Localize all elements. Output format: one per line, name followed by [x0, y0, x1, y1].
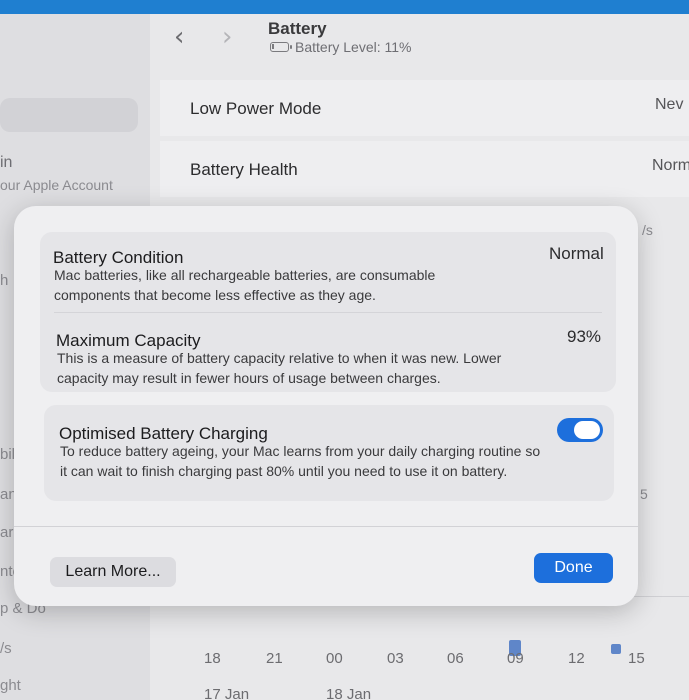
sidebar-item[interactable]: h	[0, 272, 8, 289]
maximum-capacity-description: This is a measure of battery capacity re…	[57, 350, 502, 386]
top-blue-strip	[0, 0, 689, 14]
chart-bar	[611, 644, 621, 654]
sidebar-search-field[interactable]	[0, 98, 138, 132]
sidebar-item[interactable]: bil	[0, 446, 15, 463]
background-fragment: /s	[642, 222, 653, 238]
chart-tick-label: 18	[204, 650, 221, 667]
battery-level-text: Battery Level: 11%	[295, 39, 412, 55]
chevron-right-icon[interactable]: ›	[222, 22, 232, 52]
battery-condition-value: Normal	[549, 244, 604, 263]
chevron-left-icon[interactable]: ‹	[174, 22, 184, 52]
chart-tick-label: 15	[628, 650, 645, 667]
done-button[interactable]: Done	[534, 553, 613, 583]
sidebar-item[interactable]: /s	[0, 640, 12, 657]
chart-tick-label: 12	[568, 650, 585, 667]
optimised-charging-toggle[interactable]	[557, 418, 603, 442]
learn-more-button[interactable]: Learn More...	[50, 557, 176, 587]
low-power-mode-value[interactable]: Nev	[655, 96, 683, 114]
maximum-capacity-value: 93%	[567, 327, 602, 346]
battery-health-label: Battery Health	[190, 160, 298, 179]
chart-tick-label: 06	[447, 650, 464, 667]
toggle-knob	[574, 421, 600, 439]
optimised-charging-description: To reduce battery ageing, your Mac learn…	[60, 443, 541, 479]
chart-tick-label: 21	[266, 650, 283, 667]
background-fragment: 5	[640, 486, 648, 502]
battery-health-row[interactable]: Battery Health	[160, 141, 689, 197]
battery-level-chart	[200, 596, 689, 686]
battery-condition-description: Mac batteries, like all rechargeable bat…	[54, 267, 436, 303]
chart-date-label: 17 Jan	[204, 686, 250, 700]
page-title: Battery	[268, 19, 327, 38]
battery-health-value: Norm	[652, 157, 689, 174]
low-power-mode-label: Low Power Mode	[190, 99, 322, 118]
sidebar-item-apple-account-subtitle: our Apple Account	[0, 177, 113, 193]
low-power-mode-row[interactable]: Low Power Mode	[160, 80, 689, 136]
card-divider	[54, 312, 602, 313]
sidebar-item[interactable]: ar	[0, 524, 13, 541]
chart-date-label: 18 Jan	[326, 686, 372, 700]
chart-tick-label: 09	[507, 650, 524, 667]
chart-tick-label: 00	[326, 650, 343, 667]
sidebar-item-apple-account[interactable]: in	[0, 154, 12, 172]
battery-level-status: Battery Level: 11%	[270, 39, 411, 55]
dialog-footer-divider	[14, 526, 638, 527]
chart-tick-label: 03	[387, 650, 404, 667]
sidebar-item[interactable]: ght	[0, 677, 21, 694]
battery-low-icon	[270, 42, 292, 52]
